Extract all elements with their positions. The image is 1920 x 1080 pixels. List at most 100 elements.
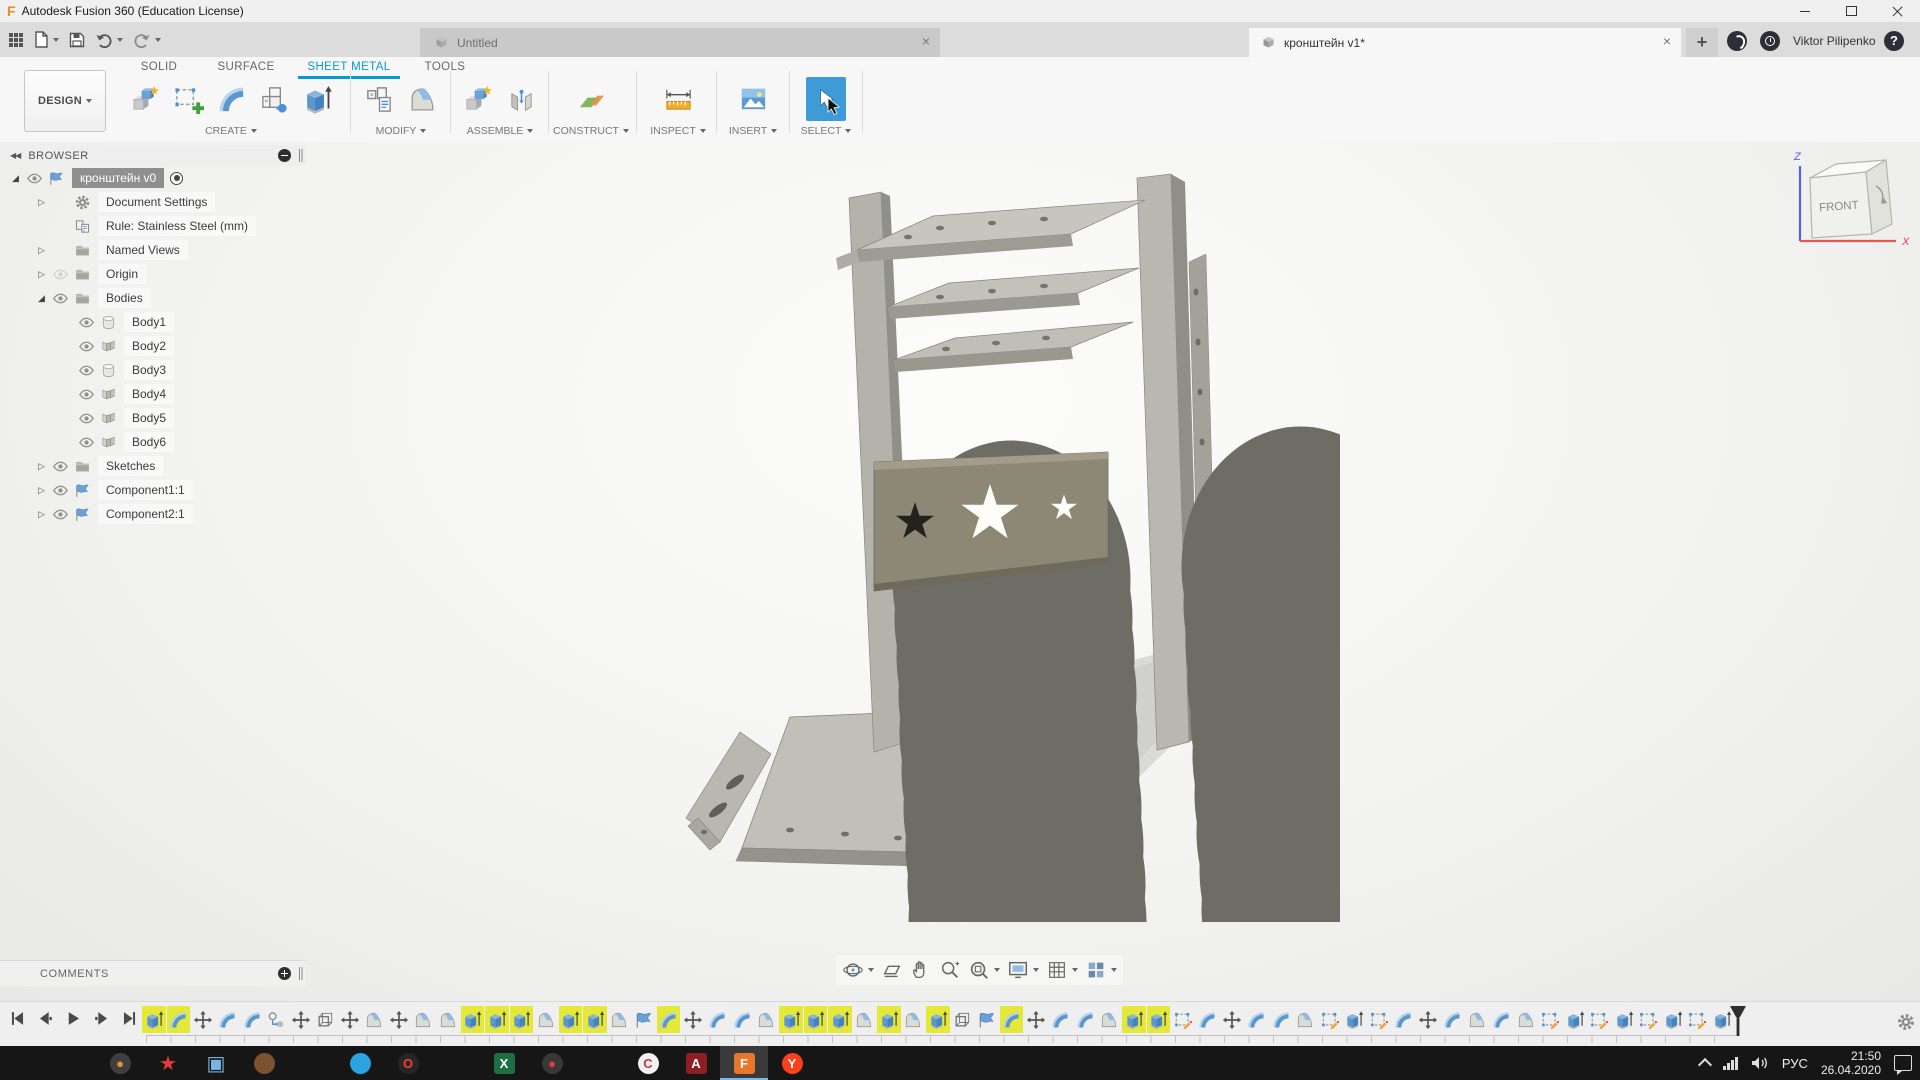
pan-button[interactable] xyxy=(910,959,932,981)
timeline-feature[interactable] xyxy=(1269,1006,1293,1033)
display-settings-button[interactable] xyxy=(1007,959,1039,981)
timeline-feature[interactable] xyxy=(828,1006,852,1033)
timeline-feature[interactable] xyxy=(142,1006,166,1033)
expander-icon[interactable] xyxy=(38,245,52,256)
timeline-feature[interactable] xyxy=(730,1006,754,1033)
tab-close-icon[interactable]: × xyxy=(922,34,930,48)
timeline-step-forward-button[interactable] xyxy=(92,1009,111,1033)
browser-row[interactable]: Bodies xyxy=(0,286,306,310)
timeline-feature[interactable] xyxy=(1612,1006,1636,1033)
3d-viewport[interactable]: Z X FRONT ◀◀ BROWSER кронштейн v0 xyxy=(0,142,1920,1001)
help-button[interactable] xyxy=(1884,31,1904,51)
workspace-selector[interactable]: DESIGN xyxy=(24,70,106,132)
favorites-star-app[interactable]: ★ xyxy=(144,1046,192,1080)
timeline-feature[interactable] xyxy=(167,1006,191,1033)
browser-item-label[interactable]: Named Views xyxy=(98,240,188,260)
timeline-feature[interactable] xyxy=(1465,1006,1489,1033)
extrude-button[interactable] xyxy=(297,77,337,121)
start-button[interactable] xyxy=(0,1046,48,1080)
expander-icon[interactable] xyxy=(38,197,52,208)
user-account-button[interactable]: Viktor Pilipenko xyxy=(1793,34,1876,48)
clock[interactable]: 21:50 26.04.2020 xyxy=(1821,1049,1881,1077)
messenger-app[interactable] xyxy=(336,1046,384,1080)
add-comment-button[interactable] xyxy=(278,967,291,980)
timeline-feature[interactable] xyxy=(1539,1006,1563,1033)
volume-icon[interactable] xyxy=(1751,1055,1769,1071)
timeline-feature[interactable] xyxy=(240,1006,264,1033)
browser-item-label[interactable]: Body1 xyxy=(124,312,174,332)
timeline-feature[interactable] xyxy=(534,1006,558,1033)
timeline-feature[interactable] xyxy=(779,1006,803,1033)
visibility-eye-icon[interactable] xyxy=(78,386,95,403)
extensions-button[interactable] xyxy=(1727,31,1747,51)
search-button[interactable] xyxy=(48,1046,96,1080)
timeline-feature[interactable] xyxy=(363,1006,387,1033)
browser-row[interactable]: Body1 xyxy=(0,310,306,334)
fit-zoom-button[interactable] xyxy=(968,959,1000,981)
fusion360-app[interactable]: F xyxy=(720,1046,768,1080)
c-app[interactable]: C xyxy=(624,1046,672,1080)
measure-button[interactable] xyxy=(658,77,698,121)
tab-close-icon[interactable]: × xyxy=(1663,34,1671,48)
timeline-feature[interactable] xyxy=(314,1006,338,1033)
flange-button[interactable] xyxy=(211,77,251,121)
redo-button[interactable] xyxy=(131,29,163,51)
create-sketch-button[interactable] xyxy=(168,77,208,121)
undo-button[interactable] xyxy=(93,29,125,51)
group-label-assemble[interactable]: ASSEMBLE xyxy=(455,123,545,139)
game-app[interactable] xyxy=(240,1046,288,1080)
ribbon-tab-tools[interactable]: TOOLS xyxy=(416,57,474,76)
browser-row[interactable]: Body5 xyxy=(0,406,306,430)
ribbon-tab-solid[interactable]: SOLID xyxy=(128,57,190,76)
timeline-feature[interactable] xyxy=(1049,1006,1073,1033)
timeline-feature[interactable] xyxy=(1098,1006,1122,1033)
browser-item-label[interactable]: Origin xyxy=(98,264,146,284)
timeline-feature[interactable] xyxy=(1245,1006,1269,1033)
timeline-feature[interactable] xyxy=(387,1006,411,1033)
timeline-feature[interactable] xyxy=(216,1006,240,1033)
timeline-feature[interactable] xyxy=(1441,1006,1465,1033)
media-app[interactable]: ● xyxy=(96,1046,144,1080)
panel-resize-grip[interactable] xyxy=(299,967,300,980)
timeline-feature[interactable] xyxy=(1073,1006,1097,1033)
timeline-feature[interactable] xyxy=(681,1006,705,1033)
visibility-eye-icon[interactable] xyxy=(52,506,69,523)
timeline-feature[interactable] xyxy=(1416,1006,1440,1033)
browser-row[interactable]: Named Views xyxy=(0,238,306,262)
timeline-feature[interactable] xyxy=(877,1006,901,1033)
timeline-feature[interactable] xyxy=(1220,1006,1244,1033)
new-component-button[interactable] xyxy=(125,77,165,121)
timeline-feature[interactable] xyxy=(1294,1006,1318,1033)
group-label-inspect[interactable]: INSPECT xyxy=(645,123,711,139)
document-tab-active[interactable]: кронштейн v1* × xyxy=(1249,28,1681,57)
timeline-feature[interactable] xyxy=(1196,1006,1220,1033)
visibility-eye-icon[interactable] xyxy=(52,266,69,283)
timeline-feature[interactable] xyxy=(632,1006,656,1033)
browser-item-label[interactable]: Rule: Stainless Steel (mm) xyxy=(98,216,256,236)
browser-collapse-all-button[interactable] xyxy=(278,149,291,162)
timeline-feature[interactable] xyxy=(926,1006,950,1033)
expander-icon[interactable] xyxy=(38,269,52,280)
browser-row[interactable]: Component2:1 xyxy=(0,502,306,526)
zoom-button[interactable] xyxy=(939,959,961,981)
timeline-feature[interactable] xyxy=(1318,1006,1342,1033)
browser-item-label[interactable]: Body3 xyxy=(124,360,174,380)
timeline-feature[interactable] xyxy=(1392,1006,1416,1033)
timeline-feature[interactable] xyxy=(1588,1006,1612,1033)
timeline-feature[interactable] xyxy=(804,1006,828,1033)
timeline-feature[interactable] xyxy=(461,1006,485,1033)
browser-item-label[interactable]: Bodies xyxy=(98,288,151,308)
browser-item-label[interactable]: Body4 xyxy=(124,384,174,404)
app-grid-button[interactable] xyxy=(6,29,26,51)
browser-item-label[interactable]: Body6 xyxy=(124,432,174,452)
browser-row[interactable]: Sketches xyxy=(0,454,306,478)
timeline-feature[interactable] xyxy=(1563,1006,1587,1033)
timeline-feature[interactable] xyxy=(1171,1006,1195,1033)
fillet-button[interactable] xyxy=(403,77,443,121)
expander-icon[interactable] xyxy=(38,461,52,472)
assemble-new-component-button[interactable] xyxy=(459,77,499,121)
timeline-feature[interactable] xyxy=(608,1006,632,1033)
browser-item-label[interactable]: Sketches xyxy=(98,456,163,476)
viewports-button[interactable] xyxy=(1085,959,1117,981)
octopus-app[interactable] xyxy=(576,1046,624,1080)
